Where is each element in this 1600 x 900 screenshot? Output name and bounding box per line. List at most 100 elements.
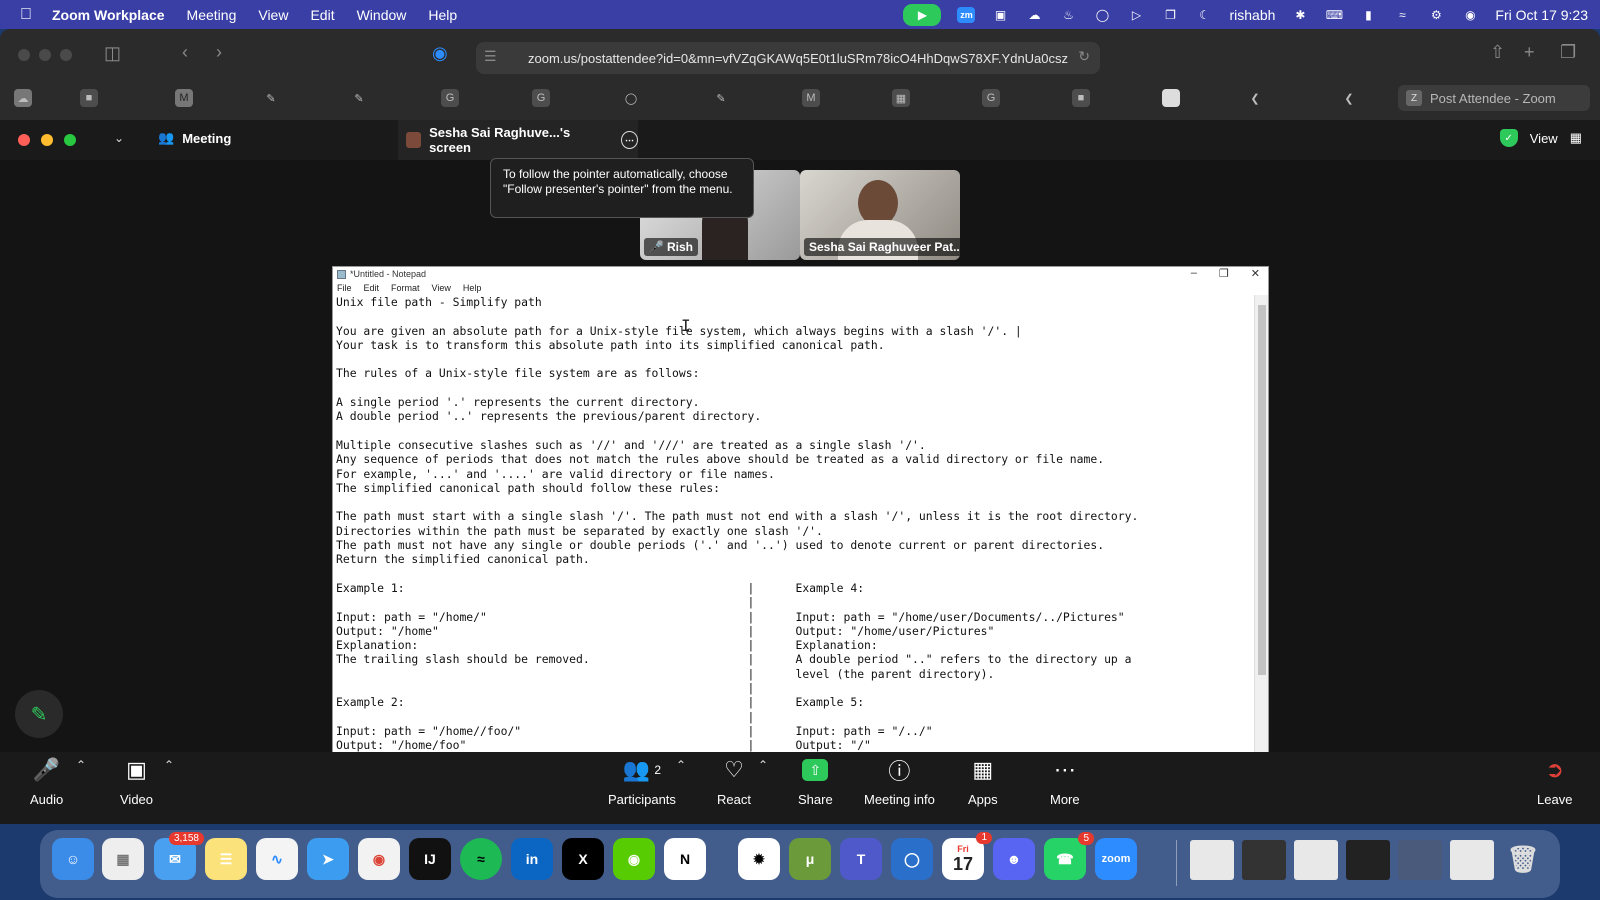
reload-icon[interactable]: ↻ [1078,48,1090,65]
forward-icon[interactable]: › [216,42,222,63]
participants-caret-icon[interactable]: ⌃ [676,758,686,772]
more-options-icon[interactable]: ⋯ [620,131,638,149]
tab-favicon-14[interactable]: ❮ [1246,89,1264,107]
notepad-menu-edit[interactable]: Edit [364,283,380,293]
react-caret-icon[interactable]: ⌃ [758,758,768,772]
whatsapp-icon[interactable]: ☎ 5 [1044,832,1094,880]
intellij-icon[interactable]: IJ [409,838,451,880]
menu-view[interactable]: View [258,7,288,23]
window-tray-icon[interactable]: ❐ [1161,7,1179,23]
freeform-icon[interactable]: ∿ [256,838,298,880]
close-window-icon[interactable] [18,134,30,146]
meeting-info-button[interactable]: ⓘ Meeting info [864,756,935,807]
trash-icon[interactable]: 🗑 [1502,838,1544,880]
view-button-label[interactable]: View [1530,131,1558,146]
launchpad-icon[interactable]: ▦ [102,838,144,880]
zoom-window-controls[interactable] [18,134,76,146]
annotate-pen-button[interactable]: ✎ [15,690,63,738]
tab-favicon-7[interactable]: ◯ [622,89,640,107]
calendar-icon[interactable]: Fri 17 1 [942,832,992,880]
notepad-menu-help[interactable]: Help [463,283,482,293]
sidebar-toggle-icon[interactable]: ◫ [104,43,121,64]
tab-favicon-4[interactable]: ✎ [350,89,368,107]
view-control[interactable]: ✓ View ▦ [1499,129,1582,147]
apple-menu-icon[interactable]:  [0,6,52,24]
tab-favicon-11[interactable]: G [982,89,1000,107]
tab-favicon-13[interactable] [1162,89,1180,107]
leave-button[interactable]: ➲ Leave [1537,756,1572,807]
tab-favicon-9[interactable]: M [802,89,820,107]
spotify-icon[interactable]: ≈ [460,838,502,880]
share-button[interactable]: ⇧ Share [798,756,833,807]
react-button[interactable]: ♡ React [717,756,751,807]
video-options-caret-icon[interactable]: ⌃ [164,758,174,772]
moon-icon[interactable]: ☾ [1195,7,1213,23]
shared-screen-tab[interactable]: Sesha Sai Raghuve...'s screen ⋯ [398,120,638,160]
notepad-text-area[interactable]: Unix file path - Simplify path You are gi… [333,295,1255,767]
video-button[interactable]: ▣ Video [120,756,153,807]
maximize-window-icon[interactable] [64,134,76,146]
notepad-menu-view[interactable]: View [432,283,451,293]
meeting-tab[interactable]: 👥 Meeting [158,130,231,146]
mail-icon[interactable]: ✉ 3,158 [154,832,204,880]
address-bar[interactable]: ☰ zoom.us/postattendee?id=0&mn=vfVZqGKAW… [476,42,1100,74]
tab-post-attendee[interactable]: Z Post Attendee - Zoom [1398,85,1590,111]
new-tab-icon[interactable]: + [1524,42,1535,63]
more-button[interactable]: ⋯ More [1050,756,1080,807]
participants-button[interactable]: 👥 2 Participants [608,756,676,807]
tab-favicon-2[interactable]: M [175,89,193,107]
minimized-window-1[interactable] [1190,840,1234,880]
extension-icon[interactable]: ◉ [432,43,448,64]
apps-button[interactable]: ▦ Apps [968,756,998,807]
linkedin-icon[interactable]: in [511,838,553,880]
notion-icon[interactable]: N [664,838,706,880]
keyboard-icon[interactable]: ⌨ [1325,7,1343,23]
tab-favicon-5[interactable]: G [441,89,459,107]
discord-icon[interactable]: ☻ [993,838,1035,880]
utorrent-icon[interactable]: μ [789,838,831,880]
tab-favicon-15[interactable]: ❮ [1340,89,1358,107]
control-center-icon[interactable]: ⚙ [1427,7,1445,23]
notepad-menu-file[interactable]: File [337,283,352,293]
cloud-tray-icon[interactable]: ☁ [1025,7,1043,23]
app-bucket-icon[interactable]: ◯ [891,838,933,880]
image-tray-icon[interactable]: ▣ [991,7,1009,23]
minimized-window-5[interactable] [1398,840,1442,880]
menu-edit[interactable]: Edit [310,7,334,23]
tab-favicon-6[interactable]: G [532,89,550,107]
tab-favicon-12[interactable]: ■ [1072,89,1090,107]
menu-app-name[interactable]: Zoom Workplace [52,7,165,23]
notes-icon[interactable]: ☰ [205,838,247,880]
zoom-tray-icon[interactable]: zm [957,6,976,23]
chevron-down-icon[interactable]: ⌄ [114,131,124,145]
audio-button[interactable]: 🎤 Audio [30,756,63,807]
tab-overview-icon[interactable]: ❐ [1560,42,1576,63]
zoom-video-status-icon[interactable]: ▶ [903,3,942,26]
security-shield-icon[interactable]: ✓ [1499,129,1518,147]
tab-favicon-1[interactable]: ■ [80,89,98,107]
zoom-icon[interactable]: zoom [1095,838,1137,880]
video-tile-sesha[interactable]: Sesha Sai Raghuveer Pat... [800,170,960,260]
bluetooth-icon[interactable]: ✱ [1291,7,1309,23]
tab-favicon-3[interactable]: ✎ [262,89,280,107]
minimized-window-3[interactable] [1294,840,1338,880]
restore-icon[interactable]: ❐ [1219,267,1229,280]
notepad-menu-format[interactable]: Format [391,283,420,293]
menu-help[interactable]: Help [428,7,457,23]
tab-cloud-icon[interactable]: ☁ [14,89,32,107]
wifi-icon[interactable]: ≈ [1393,7,1411,23]
minimize-icon[interactable]: – [1191,267,1197,280]
battery-icon[interactable]: ▮ [1359,7,1377,23]
sync-tray-icon[interactable]: ◯ [1093,7,1111,23]
page-menu-icon[interactable]: ☰ [484,48,497,65]
safari-icon[interactable]: ➤ [307,838,349,880]
shared-notepad-window[interactable]: *Untitled - Notepad – ❐ ✕ File Edit Form… [332,266,1269,767]
back-icon[interactable]: ‹ [182,42,188,63]
browser-window-controls[interactable] [18,49,72,61]
close-icon[interactable]: ✕ [1251,267,1260,280]
notepad-scrollbar[interactable] [1254,295,1268,767]
menubar-user[interactable]: rishabh [1229,7,1275,23]
x-icon[interactable]: X [562,838,604,880]
audio-options-caret-icon[interactable]: ⌃ [76,758,86,772]
play-tray-icon[interactable]: ▷ [1127,7,1145,23]
